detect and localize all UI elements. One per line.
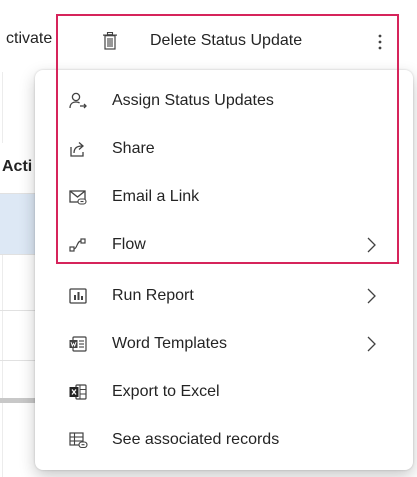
menu-item-email-a-link[interactable]: Email a Link xyxy=(35,173,413,221)
word-icon xyxy=(68,334,88,354)
menu-item-run-report[interactable]: Run Report xyxy=(35,272,413,320)
report-icon xyxy=(68,286,88,306)
menu-item-see-associated-records[interactable]: See associated records xyxy=(35,416,413,464)
menu-item-flow[interactable]: Flow xyxy=(35,221,413,269)
menu-item-word-templates[interactable]: Word Templates xyxy=(35,320,413,368)
menu-item-label: Assign Status Updates xyxy=(112,92,274,109)
activate-button[interactable]: ctivate xyxy=(6,30,52,48)
menu-item-label: Run Report xyxy=(112,287,194,304)
column-header-label: Acti xyxy=(2,158,33,175)
trash-icon xyxy=(100,31,120,51)
row-divider xyxy=(0,360,40,361)
selected-row[interactable] xyxy=(0,194,40,254)
menu-item-assign-status-updates[interactable]: Assign Status Updates xyxy=(35,77,413,125)
menu-item-label: Word Templates xyxy=(112,335,228,352)
more-vertical-icon xyxy=(378,34,382,50)
menu-item-label: Flow xyxy=(112,236,146,253)
command-bar: ctivate Delete Status Update xyxy=(0,0,417,72)
menu-item-label: Share xyxy=(112,140,155,157)
chevron-right-icon xyxy=(363,236,379,254)
person-arrow-icon xyxy=(68,91,88,111)
flow-icon xyxy=(68,235,88,255)
delete-status-update-label: Delete Status Update xyxy=(150,32,303,49)
delete-status-update-button[interactable]: Delete Status Update xyxy=(100,24,302,58)
menu-item-label: Email a Link xyxy=(112,188,200,205)
horizontal-scrollbar[interactable] xyxy=(0,398,40,403)
app-window: Acti ctivate Delete Status Update Assign… xyxy=(0,0,417,477)
chevron-right-icon xyxy=(363,335,379,353)
associated-records-icon xyxy=(68,430,88,450)
more-commands-button[interactable] xyxy=(370,28,390,56)
share-icon xyxy=(68,139,88,159)
row-divider xyxy=(0,254,40,255)
overflow-menu: Assign Status Updates Share Email a Link… xyxy=(35,70,413,470)
menu-item-label: See associated records xyxy=(112,431,280,448)
excel-icon xyxy=(68,382,88,402)
row-divider xyxy=(0,310,40,311)
menu-item-export-to-excel[interactable]: Export to Excel xyxy=(35,368,413,416)
email-link-icon xyxy=(68,187,88,207)
chevron-right-icon xyxy=(363,287,379,305)
menu-item-label: Export to Excel xyxy=(112,383,220,400)
column-header[interactable]: Acti xyxy=(0,143,40,193)
menu-item-share[interactable]: Share xyxy=(35,125,413,173)
